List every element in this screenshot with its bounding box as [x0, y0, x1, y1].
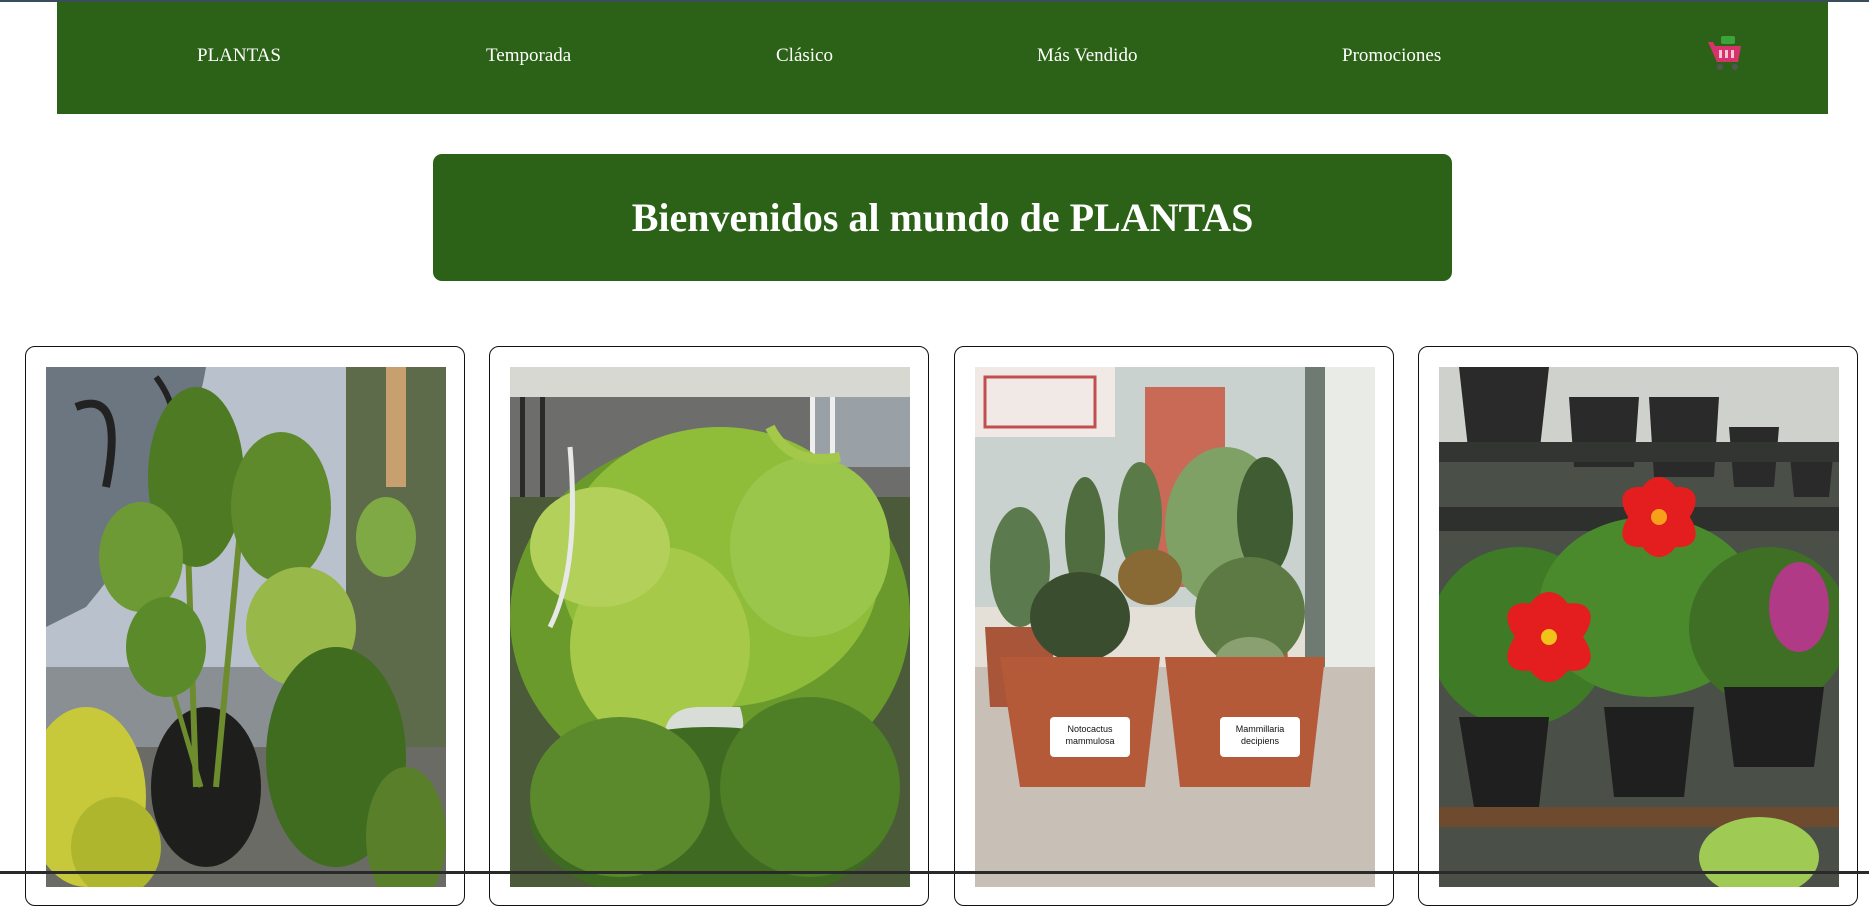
shopping-cart-icon[interactable] — [1705, 34, 1745, 74]
nav-item-temporada[interactable]: Temporada — [486, 44, 571, 68]
product-card[interactable] — [25, 346, 465, 906]
nav-item-promociones[interactable]: Promociones — [1342, 44, 1441, 68]
svg-text:Mammillaria: Mammillaria — [1236, 724, 1285, 734]
nav-item-clasico[interactable]: Clásico — [776, 44, 833, 68]
nav-item-mas-vendido[interactable]: Más Vendido — [1037, 44, 1137, 68]
monstera-plant-photo[interactable] — [46, 367, 446, 887]
nav-item-plantas[interactable]: PLANTAS — [197, 44, 281, 68]
svg-text:Notocactus: Notocactus — [1067, 724, 1113, 734]
fern-plant-photo[interactable] — [510, 367, 910, 887]
red-flower-plant-photo[interactable] — [1439, 367, 1839, 887]
main-navbar: PLANTAS Temporada Clásico Más Vendido Pr… — [57, 2, 1828, 114]
page-title: Bienvenidos al mundo de PLANTAS — [631, 195, 1254, 240]
product-card[interactable]: Notocactus mammulosa Mammillaria decipie… — [954, 346, 1394, 906]
svg-text:decipiens: decipiens — [1241, 736, 1280, 746]
welcome-banner: Bienvenidos al mundo de PLANTAS — [433, 154, 1452, 281]
cactus-pots-photo[interactable]: Notocactus mammulosa Mammillaria decipie… — [975, 367, 1375, 887]
product-card[interactable] — [1418, 346, 1858, 906]
product-card[interactable] — [489, 346, 929, 906]
svg-text:mammulosa: mammulosa — [1065, 736, 1114, 746]
